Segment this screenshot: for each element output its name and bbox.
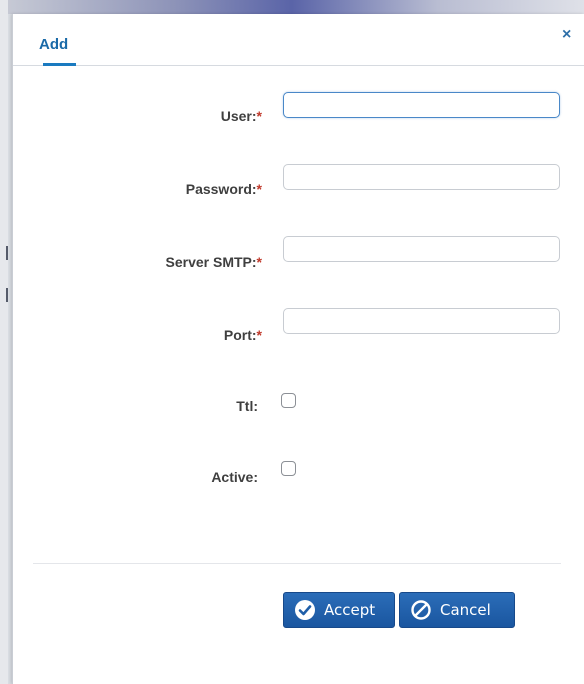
required-marker: *	[256, 254, 262, 270]
cancel-button-label: Cancel	[440, 601, 491, 619]
dialog-title: Add	[39, 36, 69, 53]
footer-divider	[33, 563, 561, 564]
backdrop-marker	[6, 288, 8, 302]
user-label: User:*	[221, 108, 262, 124]
required-marker: *	[256, 181, 262, 197]
accept-button[interactable]: Accept	[283, 592, 395, 628]
port-label-text: Port:	[223, 327, 257, 343]
accept-button-label: Accept	[324, 601, 376, 619]
backdrop-marker	[6, 246, 8, 260]
required-marker: *	[256, 108, 262, 124]
port-label: Port:*	[224, 327, 262, 343]
server-smtp-field[interactable]	[283, 236, 560, 262]
user-label-text: User:	[220, 108, 257, 124]
dialog-header: Add ×	[13, 14, 584, 66]
check-circle-icon	[294, 599, 316, 621]
password-label-text: Password:	[185, 181, 257, 197]
password-field[interactable]	[283, 164, 560, 190]
server-smtp-label-text: Server SMTP:	[165, 254, 257, 270]
port-field[interactable]	[283, 308, 560, 334]
active-label: Active:	[211, 469, 258, 485]
required-marker: *	[256, 327, 262, 343]
cancel-button[interactable]: Cancel	[399, 592, 515, 628]
title-tab-indicator	[43, 63, 76, 66]
close-icon[interactable]: ×	[562, 27, 571, 43]
ttl-label: Ttl:	[236, 398, 258, 414]
backdrop-header	[0, 0, 584, 14]
server-smtp-label: Server SMTP:*	[166, 254, 263, 270]
active-checkbox[interactable]	[281, 461, 296, 476]
password-label: Password:*	[186, 181, 262, 197]
add-dialog: Add × User:* Password:* Server SMTP:* Po…	[12, 14, 584, 684]
ban-icon	[410, 599, 432, 621]
backdrop-left-edge	[0, 0, 8, 684]
ttl-checkbox[interactable]	[281, 393, 296, 408]
user-field[interactable]	[283, 92, 560, 118]
